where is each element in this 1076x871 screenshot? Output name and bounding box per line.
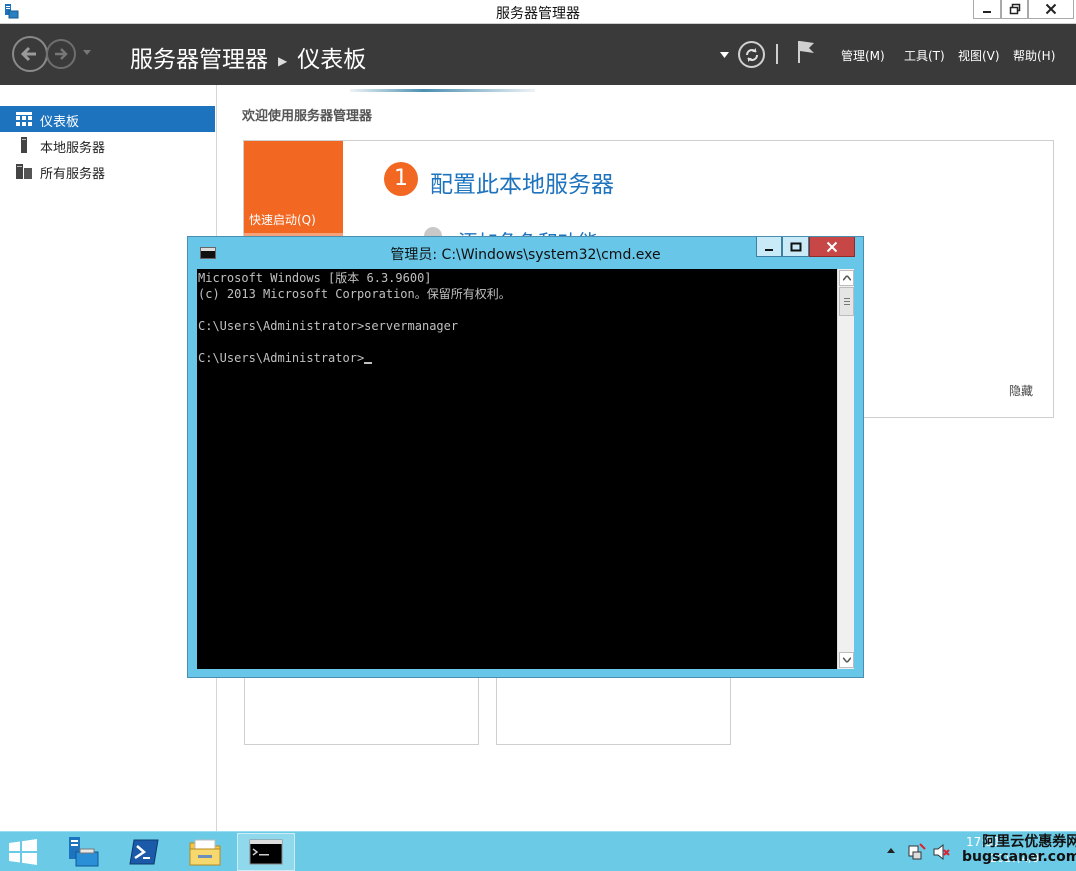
close-icon bbox=[1045, 3, 1057, 15]
close-button[interactable] bbox=[1028, 0, 1074, 19]
breadcrumb-underline bbox=[350, 89, 535, 92]
cmd-close-button[interactable] bbox=[809, 237, 855, 257]
taskbar: 17:31 2017/4/9 bbox=[0, 831, 1076, 871]
nav-item-dashboard[interactable]: 仪表板 bbox=[0, 106, 215, 132]
maximize-icon bbox=[790, 242, 801, 251]
header-divider bbox=[776, 44, 778, 64]
minimize-button[interactable] bbox=[973, 0, 1001, 19]
restore-icon bbox=[1009, 3, 1020, 15]
watermark-line1: 阿里云优惠券网 bbox=[982, 834, 1076, 850]
chevron-up-icon bbox=[842, 275, 851, 281]
nav-item-local-server[interactable]: 本地服务器 bbox=[0, 132, 215, 158]
breadcrumb-current: 仪表板 bbox=[297, 47, 367, 73]
minimize-icon bbox=[983, 11, 991, 13]
scroll-down-button[interactable] bbox=[839, 652, 854, 668]
cmd-icon bbox=[249, 839, 283, 865]
console-prompt-line: C:\Users\Administrator> bbox=[198, 351, 365, 365]
quick-start-tile[interactable]: 快速启动(Q) bbox=[244, 141, 343, 233]
cmd-console[interactable]: Microsoft Windows [版本 6.3.9600] (c) 2013… bbox=[197, 269, 837, 669]
cmd-maximize-button[interactable] bbox=[782, 237, 809, 257]
console-line: (c) 2013 Microsoft Corporation。保留所有权利。 bbox=[198, 287, 511, 301]
notification-flag-icon[interactable] bbox=[796, 39, 816, 65]
breadcrumb: 服务器管理器 ▶ 仪表板 bbox=[130, 40, 366, 74]
dashboard-tile bbox=[496, 676, 731, 745]
console-line: C:\Users\Administrator>servermanager bbox=[198, 319, 459, 333]
quick-start-label: 快速启动(Q) bbox=[249, 213, 316, 227]
breadcrumb-separator-icon: ▶ bbox=[278, 53, 288, 68]
menu-view[interactable]: 视图(V) bbox=[958, 47, 1000, 64]
cmd-minimize-button[interactable] bbox=[756, 237, 782, 257]
cmd-scrollbar[interactable] bbox=[837, 269, 854, 669]
file-explorer-icon bbox=[189, 839, 221, 866]
menu-tools[interactable]: 工具(T) bbox=[904, 47, 945, 64]
dashboard-grid-icon bbox=[16, 112, 32, 126]
nav-label-all-servers: 所有服务器 bbox=[40, 167, 106, 182]
nav-item-all-servers[interactable]: 所有服务器 bbox=[0, 158, 215, 184]
refresh-button[interactable] bbox=[738, 41, 765, 68]
servers-icon bbox=[16, 164, 32, 179]
dashboard-tile bbox=[244, 676, 479, 745]
server-manager-titlebar: 服务器管理器 bbox=[0, 0, 1076, 24]
taskbar-file-explorer[interactable] bbox=[176, 833, 234, 871]
server-icon bbox=[21, 137, 27, 153]
history-dropdown-icon[interactable] bbox=[82, 49, 92, 57]
back-button[interactable] bbox=[12, 36, 48, 72]
refresh-icon bbox=[745, 47, 758, 62]
configure-local-server-link[interactable]: 配置此本地服务器 bbox=[430, 165, 614, 199]
hide-link[interactable]: 隐藏 bbox=[1009, 382, 1033, 399]
step-number-badge: 1 bbox=[384, 162, 418, 196]
restore-button[interactable] bbox=[1001, 0, 1028, 19]
minimize-icon bbox=[765, 248, 773, 251]
console-output: Microsoft Windows [版本 6.3.9600] (c) 2013… bbox=[198, 270, 511, 366]
welcome-title: 欢迎使用服务器管理器 bbox=[242, 109, 373, 124]
taskbar-cmd[interactable] bbox=[237, 833, 295, 871]
left-navigation: 仪表板 本地服务器 所有服务器 bbox=[0, 85, 217, 831]
volume-muted-icon[interactable] bbox=[932, 843, 950, 861]
taskbar-powershell[interactable] bbox=[115, 833, 173, 871]
taskbar-server-manager[interactable] bbox=[54, 833, 112, 871]
network-status-icon[interactable] bbox=[908, 843, 926, 861]
scroll-up-button[interactable] bbox=[839, 270, 854, 286]
arrow-left-icon bbox=[20, 46, 36, 62]
menu-help[interactable]: 帮助(H) bbox=[1013, 47, 1055, 64]
close-icon bbox=[826, 241, 838, 252]
server-manager-icon bbox=[69, 837, 99, 867]
header-dropdown-icon[interactable] bbox=[720, 52, 729, 58]
arrow-right-icon bbox=[55, 48, 68, 60]
console-cursor bbox=[364, 362, 373, 364]
chevron-down-icon bbox=[842, 657, 851, 663]
console-line: Microsoft Windows [版本 6.3.9600] bbox=[198, 271, 432, 285]
nav-label-dashboard: 仪表板 bbox=[40, 115, 80, 130]
windows-start-icon[interactable] bbox=[8, 839, 38, 865]
watermark-line2: bugscaner.com bbox=[962, 849, 1076, 865]
scrollbar-thumb[interactable] bbox=[839, 287, 854, 316]
show-hidden-icons-icon[interactable] bbox=[886, 846, 896, 854]
server-manager-header: 服务器管理器 ▶ 仪表板 管理(M) 工具(T) 视图(V) 帮助(H) bbox=[0, 24, 1076, 92]
nav-label-local-server: 本地服务器 bbox=[40, 141, 106, 156]
powershell-icon bbox=[129, 839, 159, 865]
forward-button[interactable] bbox=[46, 39, 76, 69]
menu-manage[interactable]: 管理(M) bbox=[841, 47, 885, 64]
window-title: 服务器管理器 bbox=[496, 6, 580, 22]
watermark: 阿里云优惠券网 bugscaner.com bbox=[962, 835, 1076, 865]
cmd-window: 管理员: C:\Windows\system32\cmd.exe Microso… bbox=[187, 236, 864, 678]
breadcrumb-root[interactable]: 服务器管理器 bbox=[130, 47, 268, 73]
